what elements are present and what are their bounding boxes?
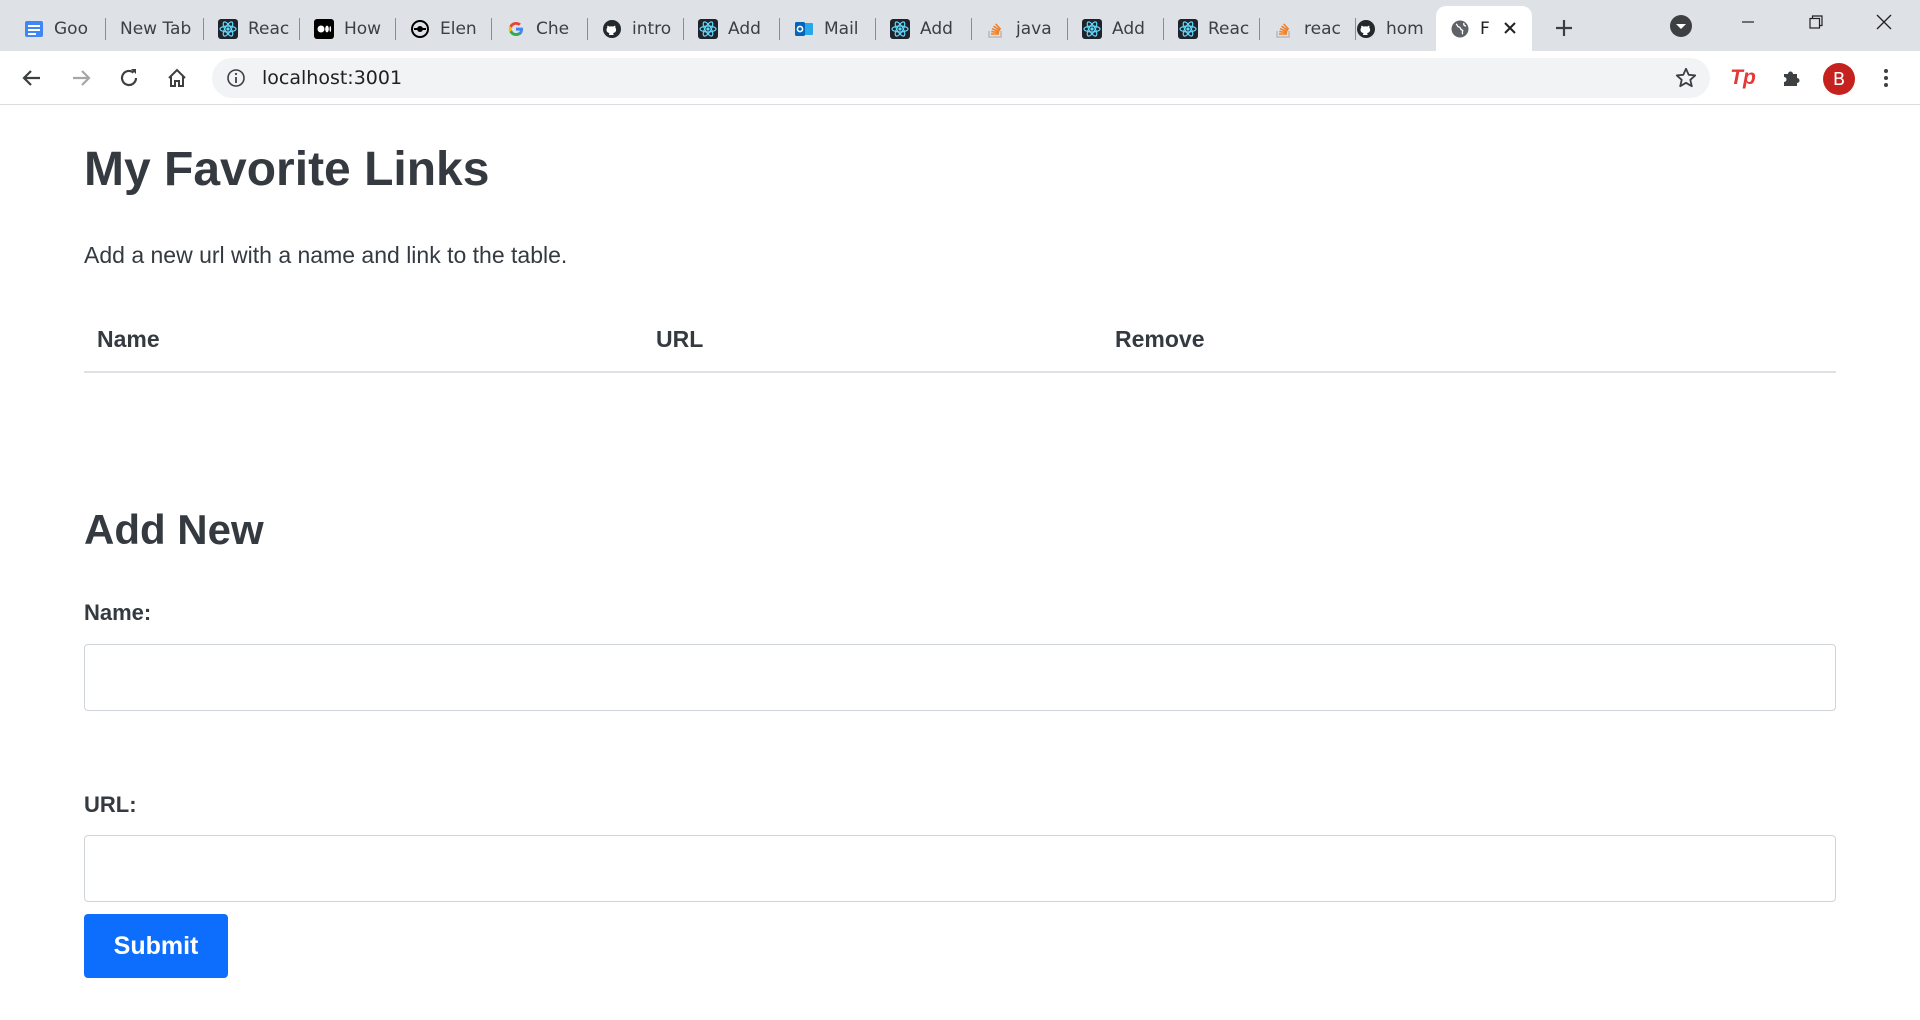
home-icon (168, 68, 186, 87)
home-button[interactable] (161, 62, 193, 94)
react-icon (1178, 18, 1198, 39)
arrow-left-icon (22, 70, 40, 86)
tab-github-1[interactable]: intro (588, 6, 684, 51)
column-header-name: Name (97, 326, 160, 352)
tab-title: java (1016, 18, 1052, 39)
tab-react-2[interactable]: Add (684, 6, 780, 51)
tab-title: Che (536, 18, 570, 39)
back-button[interactable] (16, 62, 48, 94)
react-icon (890, 18, 910, 39)
url-label: URL: (84, 792, 137, 817)
tab-new-tab[interactable]: New Tab (106, 6, 204, 51)
tab-google-docs[interactable]: Goo (10, 6, 106, 51)
info-icon[interactable] (226, 68, 246, 88)
tab-element[interactable]: Elen (396, 6, 492, 51)
extensions-button[interactable] (1775, 62, 1807, 94)
globe-icon (1450, 19, 1470, 39)
tp-extension-icon: Tp (1730, 66, 1756, 89)
tab-google[interactable]: Che (492, 6, 588, 51)
table-header-divider (84, 371, 1836, 373)
tab-title: Reac (1208, 18, 1250, 39)
puzzle-icon (1784, 71, 1800, 86)
restore-button[interactable] (1782, 0, 1850, 44)
window-close-button[interactable] (1850, 0, 1918, 44)
tab-title: How (344, 18, 382, 39)
github-icon (602, 19, 622, 39)
tab-title: intro (632, 18, 672, 39)
tab-title: Goo (54, 18, 88, 39)
tab-title: Elen (440, 18, 477, 39)
name-input[interactable] (84, 644, 1836, 711)
stackoverflow-icon (1274, 19, 1294, 39)
tab-active[interactable]: F (1436, 6, 1532, 51)
new-tab-button[interactable] (1548, 12, 1580, 44)
url-input[interactable] (84, 835, 1836, 902)
react-icon (1082, 18, 1102, 39)
react-icon (698, 18, 718, 39)
tab-title: hom (1386, 18, 1424, 39)
tab-outlook[interactable]: Mail (780, 6, 876, 51)
tab-title: New Tab (120, 18, 192, 39)
tab-search-button[interactable] (1667, 12, 1695, 40)
tab-strip: Goo New Tab Reac How Elen Che intro Add … (0, 0, 1920, 51)
forward-button[interactable] (65, 62, 97, 94)
form-heading: Add New (84, 506, 264, 553)
extension-tp-button[interactable]: Tp (1727, 62, 1759, 94)
arrow-right-icon (73, 70, 91, 86)
column-header-url: URL (656, 326, 704, 352)
page-title: My Favorite Links (84, 143, 490, 196)
page-description: Add a new url with a name and link to th… (84, 242, 568, 268)
restore-icon (1809, 15, 1823, 29)
bookmark-star-icon[interactable] (1674, 66, 1698, 90)
tab-title: F (1480, 18, 1490, 39)
submit-button[interactable]: Submit (84, 914, 228, 978)
tab-medium[interactable]: How (300, 6, 396, 51)
element-icon (410, 19, 430, 39)
more-vertical-icon (1884, 69, 1888, 87)
browser-toolbar: localhost:3001 Tp B (0, 51, 1920, 105)
reload-button[interactable] (113, 62, 145, 94)
medium-icon (314, 18, 334, 39)
close-icon (1876, 14, 1892, 30)
google-docs-icon (24, 19, 44, 39)
close-icon[interactable] (1500, 18, 1520, 38)
tab-stackoverflow-1[interactable]: java (972, 6, 1068, 51)
page-content: My Favorite Links Add a new url with a n… (0, 106, 1920, 1020)
browser-menu-button[interactable] (1870, 62, 1902, 94)
minimize-icon (1742, 21, 1754, 23)
github-icon (1356, 19, 1376, 39)
address-text[interactable]: localhost:3001 (262, 67, 402, 89)
tab-title: Add (1112, 18, 1145, 39)
plus-icon (1556, 20, 1572, 36)
name-label: Name: (84, 600, 152, 625)
outlook-icon (794, 19, 814, 39)
tab-title: Add (728, 18, 761, 39)
tab-title: Add (920, 18, 953, 39)
tab-react-3[interactable]: Add (876, 6, 972, 51)
tab-react-1[interactable]: Reac (204, 6, 300, 51)
tab-github-2[interactable]: hom (1342, 6, 1436, 51)
reload-icon (120, 69, 138, 87)
tab-react-5[interactable]: Reac (1164, 6, 1260, 51)
chevron-down-circle-icon (1670, 15, 1692, 37)
minimize-button[interactable] (1714, 0, 1782, 44)
google-icon (506, 19, 526, 39)
tab-title: Mail (824, 18, 859, 39)
profile-avatar[interactable]: B (1823, 63, 1855, 95)
address-bar[interactable]: localhost:3001 (212, 58, 1710, 98)
column-header-remove: Remove (1115, 326, 1205, 352)
tab-react-4[interactable]: Add (1068, 6, 1164, 51)
react-icon (218, 18, 238, 39)
tab-title: reac (1304, 18, 1341, 39)
tab-title: Reac (248, 18, 290, 39)
stackoverflow-icon (986, 19, 1006, 39)
